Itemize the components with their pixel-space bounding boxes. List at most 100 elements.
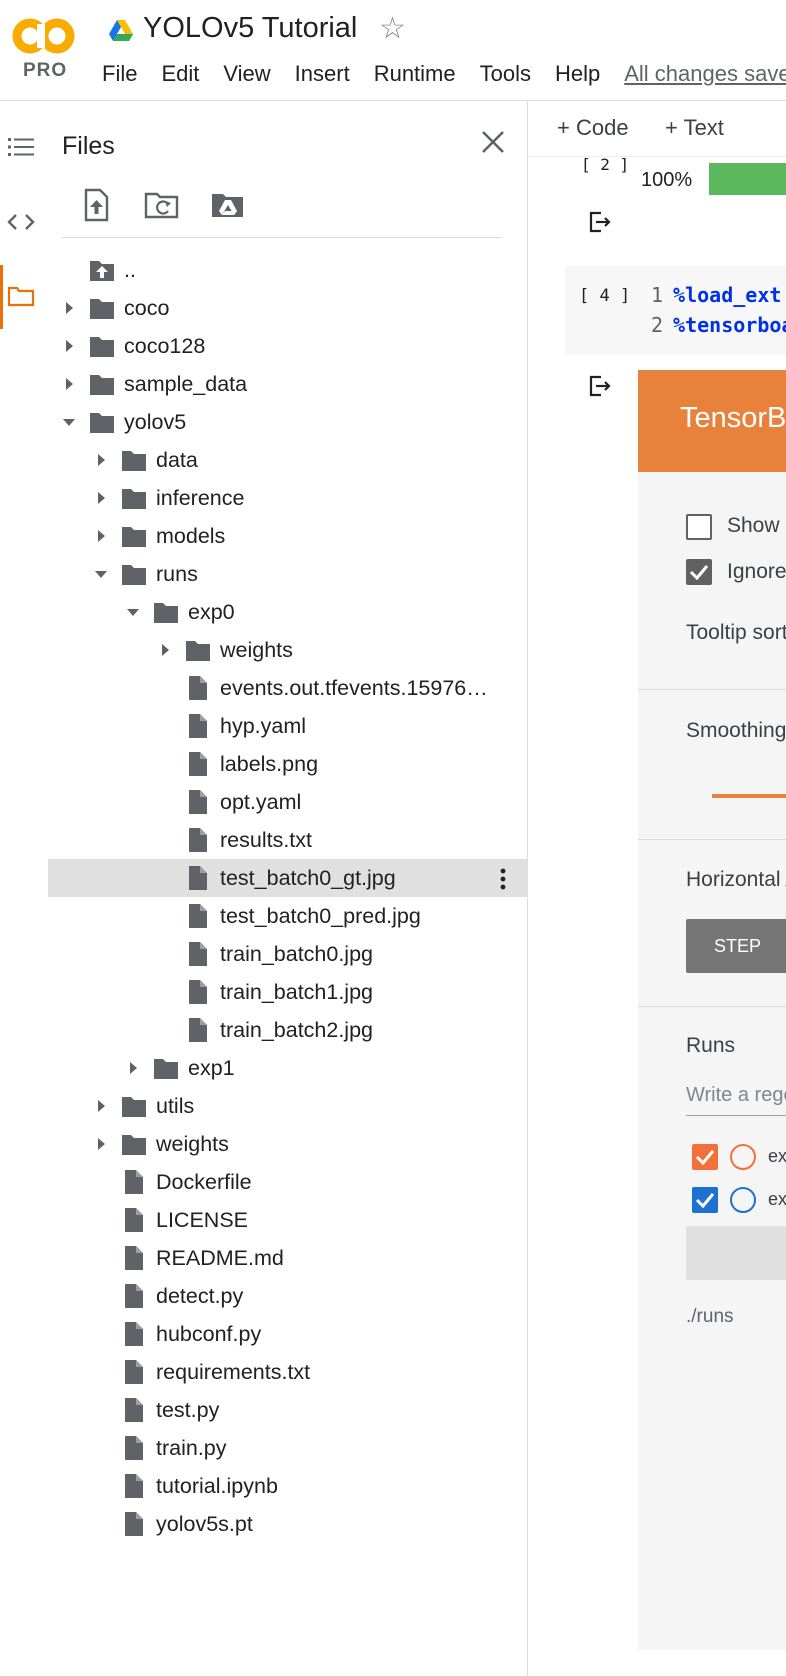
- folder-row[interactable]: coco: [48, 289, 528, 327]
- caret-right-icon[interactable]: [126, 1061, 140, 1075]
- file-row[interactable]: labels.png: [48, 745, 528, 783]
- code-snippets-icon[interactable]: [6, 207, 36, 237]
- file-row[interactable]: train.py: [48, 1429, 528, 1467]
- code-text: %tensorboard --logdir runs: [673, 313, 786, 337]
- runs-regex-input[interactable]: Write a regex: [686, 1084, 786, 1116]
- caret-right-icon[interactable]: [94, 529, 108, 543]
- folder-row[interactable]: exp0: [48, 593, 528, 631]
- file-row[interactable]: results.txt: [48, 821, 528, 859]
- caret-right-icon[interactable]: [62, 377, 76, 391]
- run-exp1-radio[interactable]: [730, 1187, 756, 1213]
- show-checkbox[interactable]: [686, 514, 712, 540]
- tensorboard-title: TensorBoard: [680, 402, 786, 434]
- file-row[interactable]: Dockerfile: [48, 1163, 528, 1201]
- plus-icon: +: [557, 115, 576, 140]
- folder-row[interactable]: exp1: [48, 1049, 528, 1087]
- smoothing-slider[interactable]: [712, 794, 786, 798]
- mount-drive-icon[interactable]: [210, 187, 246, 223]
- folder-icon: [90, 413, 114, 433]
- file-row[interactable]: test.py: [48, 1391, 528, 1429]
- file-icon: [125, 1436, 143, 1460]
- folder-row[interactable]: sample_data: [48, 365, 528, 403]
- file-row[interactable]: hubconf.py: [48, 1315, 528, 1353]
- folder-row[interactable]: weights: [48, 631, 528, 669]
- folder-row[interactable]: inference: [48, 479, 528, 517]
- section-divider: [638, 689, 786, 690]
- folder-row[interactable]: weights: [48, 1125, 528, 1163]
- file-row[interactable]: hyp.yaml: [48, 707, 528, 745]
- caret-right-icon[interactable]: [62, 339, 76, 353]
- file-row[interactable]: tutorial.ipynb: [48, 1467, 528, 1505]
- file-row[interactable]: events.out.tfevents.15976…: [48, 669, 528, 707]
- output-icon[interactable]: [587, 373, 613, 399]
- run-exp0-radio[interactable]: [730, 1144, 756, 1170]
- output-icon[interactable]: [587, 209, 613, 235]
- ignore-checkbox[interactable]: [686, 559, 712, 585]
- refresh-folder-icon[interactable]: [144, 187, 180, 223]
- tree-item-label: labels.png: [220, 752, 319, 776]
- parent-dir-row[interactable]: ..: [48, 251, 528, 289]
- caret-right-icon[interactable]: [94, 453, 108, 467]
- file-row[interactable]: detect.py: [48, 1277, 528, 1315]
- caret-right-icon[interactable]: [94, 1099, 108, 1113]
- folder-row[interactable]: coco128: [48, 327, 528, 365]
- file-row[interactable]: test_batch0_pred.jpg: [48, 897, 528, 935]
- file-row[interactable]: README.md: [48, 1239, 528, 1277]
- toggle-all-runs-button[interactable]: [686, 1226, 786, 1280]
- close-icon[interactable]: [476, 125, 510, 159]
- upload-icon[interactable]: [78, 187, 114, 223]
- checkmark-icon: [695, 1150, 715, 1166]
- files-toolbar-divider: [62, 237, 502, 238]
- cell-2-exec-count[interactable]: [ 2 ]: [581, 155, 629, 174]
- file-row[interactable]: requirements.txt: [48, 1353, 528, 1391]
- add-text-button[interactable]: + Text: [665, 115, 724, 141]
- colab-logo[interactable]: PRO: [10, 14, 80, 84]
- caret-down-icon[interactable]: [126, 605, 140, 619]
- caret-right-icon[interactable]: [62, 301, 76, 315]
- more-vert-icon[interactable]: [498, 867, 508, 891]
- left-rail: [0, 101, 46, 1676]
- show-option-label: Show: [727, 514, 780, 537]
- file-row[interactable]: test_batch0_gt.jpg: [48, 859, 528, 897]
- google-drive-icon[interactable]: [108, 18, 134, 44]
- save-status-link[interactable]: All changes saved: [624, 60, 786, 88]
- code-cell-4[interactable]: [ 4 ] 1 %load_ext tensorboard 2 %tensorboa…: [565, 266, 786, 355]
- menu-view[interactable]: View: [223, 60, 270, 88]
- file-icon: [125, 1170, 143, 1194]
- menu-tools[interactable]: Tools: [480, 60, 531, 88]
- caret-right-icon[interactable]: [94, 491, 108, 505]
- menu-file[interactable]: File: [102, 60, 137, 88]
- menu-edit[interactable]: Edit: [161, 60, 199, 88]
- folder-row[interactable]: utils: [48, 1087, 528, 1125]
- file-icon: [189, 790, 207, 814]
- caret-right-icon[interactable]: [158, 643, 172, 657]
- notebook-title[interactable]: YOLOv5 Tutorial: [143, 12, 357, 45]
- cell-4-exec-count[interactable]: [ 4 ]: [579, 286, 630, 306]
- menu-runtime[interactable]: Runtime: [374, 60, 456, 88]
- table-of-contents-icon[interactable]: [6, 132, 36, 162]
- menu-insert[interactable]: Insert: [295, 60, 350, 88]
- folder-row[interactable]: models: [48, 517, 528, 555]
- file-row[interactable]: train_batch0.jpg: [48, 935, 528, 973]
- file-row[interactable]: LICENSE: [48, 1201, 528, 1239]
- files-folder-icon[interactable]: [6, 281, 36, 311]
- star-icon[interactable]: ☆: [379, 12, 406, 46]
- add-code-button[interactable]: + Code: [557, 115, 629, 141]
- file-row[interactable]: yolov5s.pt: [48, 1505, 528, 1543]
- menu-help[interactable]: Help: [555, 60, 600, 88]
- tree-item-label: results.txt: [220, 828, 312, 852]
- file-icon: [189, 828, 207, 852]
- tensorboard-header: TensorBoard: [638, 370, 786, 472]
- folder-row[interactable]: runs: [48, 555, 528, 593]
- folder-row[interactable]: yolov5: [48, 403, 528, 441]
- run-exp1-checkbox[interactable]: [692, 1187, 718, 1213]
- caret-down-icon[interactable]: [62, 415, 76, 429]
- folder-row[interactable]: data: [48, 441, 528, 479]
- caret-right-icon[interactable]: [94, 1137, 108, 1151]
- file-row[interactable]: train_batch1.jpg: [48, 973, 528, 1011]
- file-row[interactable]: opt.yaml: [48, 783, 528, 821]
- caret-down-icon[interactable]: [94, 567, 108, 581]
- file-row[interactable]: train_batch2.jpg: [48, 1011, 528, 1049]
- run-exp0-checkbox[interactable]: [692, 1144, 718, 1170]
- step-button[interactable]: STEP: [686, 919, 786, 973]
